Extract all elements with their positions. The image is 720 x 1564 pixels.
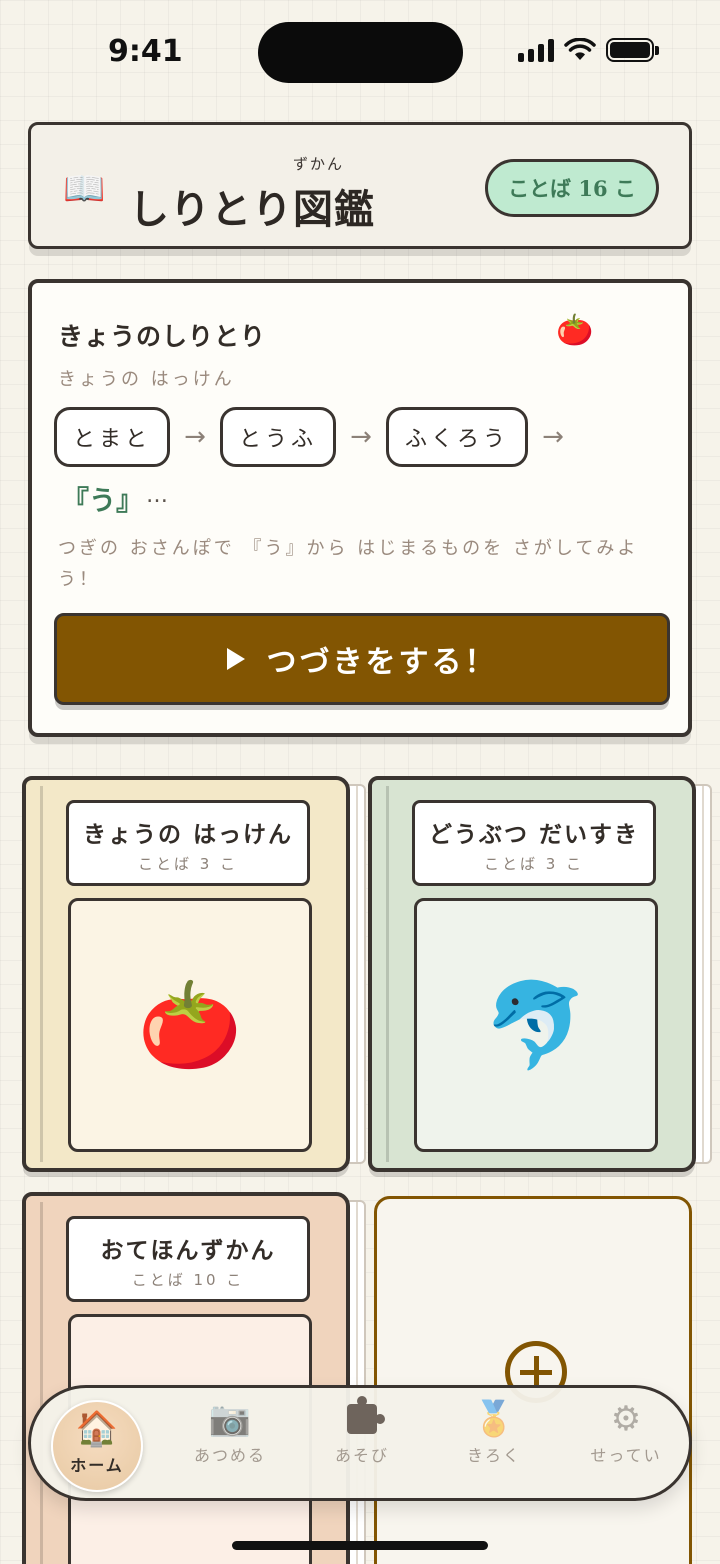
tab-settings[interactable]: ⚙ せってい bbox=[571, 1396, 681, 1492]
word-count-badge: ことば 16 こ bbox=[485, 159, 659, 217]
wifi-icon bbox=[564, 38, 596, 60]
tab-bar: 🏠 ホーム 📷 あつめる あそび 🏅 きろく ⚙ せってい bbox=[28, 1385, 692, 1501]
play-icon bbox=[226, 648, 245, 670]
continue-button[interactable]: つづきをする！ bbox=[54, 613, 670, 705]
battery-icon bbox=[606, 38, 659, 62]
gear-icon: ⚙ bbox=[610, 1399, 642, 1439]
book-cover: きょうの はっけん ことば 3 こ 🍅 bbox=[22, 776, 350, 1172]
tab-records[interactable]: 🏅 きろく bbox=[439, 1396, 549, 1492]
book-title: おてほんずかん bbox=[100, 1237, 276, 1264]
book-card[interactable]: おてほんずかん ことば 10 こ bbox=[22, 1192, 366, 1564]
puzzle-icon bbox=[347, 1396, 385, 1434]
header-card: 📖 ずかん しりとり図鑑 ことば 16 こ bbox=[28, 122, 692, 249]
book-word-count: ことば 3 こ bbox=[483, 855, 585, 873]
book-word-count: ことば 3 こ bbox=[137, 855, 239, 873]
tomato-icon: 🍅 bbox=[556, 313, 594, 348]
tab-label: ホーム bbox=[70, 1456, 124, 1475]
word-chain: とまと → とうふ → ふくろう → bbox=[54, 407, 578, 467]
status-icons bbox=[518, 38, 659, 62]
book-spine bbox=[386, 786, 389, 1162]
book-window: 🐬 bbox=[414, 898, 658, 1152]
medal-icon: 🏅 bbox=[472, 1399, 516, 1439]
today-title: きょうのしりとり bbox=[58, 322, 267, 351]
tab-play[interactable]: あそび bbox=[307, 1396, 417, 1492]
today-shiritori-card: きょうのしりとり 🍅 きょうの はっけん とまと → とうふ → ふくろう → … bbox=[28, 279, 692, 737]
arrow-right-icon: → bbox=[184, 422, 206, 452]
next-character: 『う』 bbox=[62, 486, 143, 517]
status-time: 9:41 bbox=[108, 34, 183, 69]
dolphin-icon: 🐬 bbox=[483, 975, 589, 1074]
book-card[interactable]: きょうの はっけん ことば 3 こ 🍅 bbox=[22, 776, 366, 1172]
today-subtitle: きょうの はっけん bbox=[58, 369, 235, 390]
book-label: きょうの はっけん ことば 3 こ bbox=[66, 800, 310, 886]
book-word-count: ことば 10 こ bbox=[131, 1271, 245, 1289]
tab-label: きろく bbox=[466, 1446, 521, 1465]
tab-label: せってい bbox=[590, 1446, 662, 1465]
chain-word-chip[interactable]: とまと bbox=[54, 407, 170, 467]
dynamic-island bbox=[258, 22, 463, 83]
book-spine bbox=[40, 1202, 43, 1564]
next-ellipsis: … bbox=[146, 483, 168, 508]
tab-collect[interactable]: 📷 あつめる bbox=[175, 1396, 285, 1492]
arrow-right-icon: → bbox=[542, 422, 564, 452]
book-title: きょうの はっけん bbox=[82, 821, 293, 848]
arrow-right-icon: → bbox=[350, 422, 372, 452]
hint-text: つぎの おさんぽで 『う』から はじまるものを さがしてみよう！ bbox=[58, 538, 639, 590]
camera-icon: 📷 bbox=[208, 1399, 252, 1439]
book-card[interactable]: どうぶつ だいすき ことば 3 こ 🐬 bbox=[368, 776, 712, 1172]
book-label: どうぶつ だいすき ことば 3 こ bbox=[412, 800, 656, 886]
book-cover: おてほんずかん ことば 10 こ bbox=[22, 1192, 350, 1564]
add-book-card[interactable] bbox=[374, 1196, 692, 1564]
house-icon: 🏠 bbox=[75, 1409, 119, 1449]
tab-label: あそび bbox=[334, 1446, 389, 1465]
status-bar: 9:41 bbox=[0, 0, 720, 104]
title-ruby: ずかん bbox=[293, 155, 345, 173]
book-cover: どうぶつ だいすき ことば 3 こ 🐬 bbox=[368, 776, 696, 1172]
page-title: しりとり図鑑 bbox=[129, 186, 375, 233]
home-indicator bbox=[232, 1541, 488, 1550]
book-title: どうぶつ だいすき bbox=[428, 821, 639, 848]
tab-home[interactable]: 🏠 ホーム bbox=[51, 1400, 143, 1492]
continue-button-label: つづきをする！ bbox=[266, 645, 498, 680]
book-label: おてほんずかん ことば 10 こ bbox=[66, 1216, 310, 1302]
open-book-icon: 📖 bbox=[63, 169, 106, 209]
cellular-signal-icon bbox=[518, 38, 554, 62]
chain-word-chip[interactable]: とうふ bbox=[220, 407, 336, 467]
puzzle-icon-wrapper bbox=[307, 1396, 417, 1442]
book-window: 🍅 bbox=[68, 898, 312, 1152]
chain-word-chip[interactable]: ふくろう bbox=[386, 407, 528, 467]
tab-label: あつめる bbox=[193, 1446, 266, 1465]
book-spine bbox=[40, 786, 43, 1162]
tomato-icon: 🍅 bbox=[137, 975, 243, 1074]
